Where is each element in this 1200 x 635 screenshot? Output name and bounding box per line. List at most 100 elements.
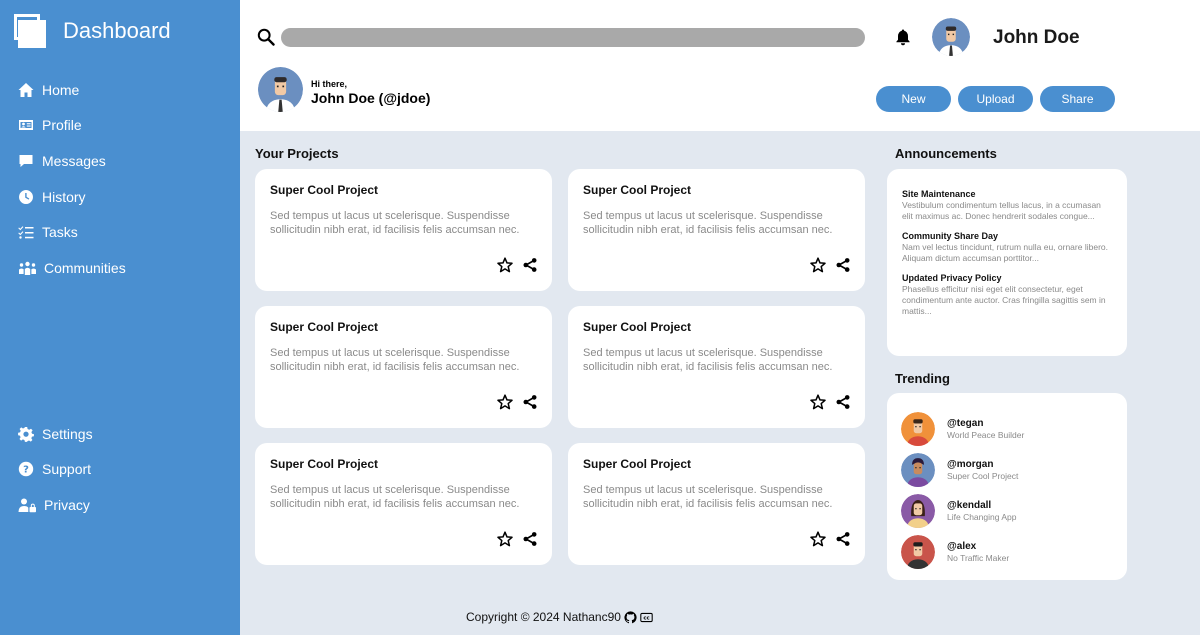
trending-item[interactable]: @tegan World Peace Builder	[901, 408, 1113, 449]
sidebar-item-label: Privacy	[44, 496, 90, 513]
id-card-icon	[19, 120, 33, 131]
trending-subtitle: Super Cool Project	[947, 470, 1019, 481]
sidebar-item-label: Support	[42, 461, 92, 478]
trending-handle: @morgan	[947, 458, 994, 470]
greeting-name: John Doe (@jdoe)	[311, 90, 431, 106]
star-icon[interactable]	[810, 394, 826, 410]
footer: Copyright © 2024 Nathanc90 cc	[466, 610, 653, 624]
announcement-item[interactable]: Community Share Day Nam vel lectus tinci…	[902, 231, 1112, 264]
trending-title: Trending	[895, 371, 950, 386]
trending-item[interactable]: @kendall Life Changing App	[901, 490, 1113, 531]
project-title[interactable]: Super Cool Project	[270, 183, 537, 197]
github-icon[interactable]	[624, 610, 637, 624]
announcement-item[interactable]: Site Maintenance Vestibulum condimentum …	[902, 189, 1112, 222]
header-username[interactable]: John Doe	[993, 27, 1080, 49]
copyright-text: Copyright © 2024 Nathanc90	[466, 610, 621, 624]
project-title[interactable]: Super Cool Project	[270, 457, 537, 471]
trending-subtitle: World Peace Builder	[947, 429, 1025, 440]
sidebar-item-label: Tasks	[42, 224, 78, 241]
sidebar-item-privacy[interactable]: Privacy	[18, 487, 93, 523]
star-icon[interactable]	[497, 531, 513, 547]
sidebar-item-label: Settings	[42, 425, 93, 442]
star-icon[interactable]	[497, 394, 513, 410]
project-card[interactable]: Super Cool Project Sed tempus ut lacus u…	[568, 306, 865, 428]
share-icon[interactable]	[522, 257, 538, 273]
sidebar-item-label: History	[42, 188, 86, 205]
share-icon[interactable]	[835, 394, 851, 410]
project-card[interactable]: Super Cool Project Sed tempus ut lacus u…	[568, 443, 865, 565]
user-lock-icon	[18, 498, 36, 513]
project-title[interactable]: Super Cool Project	[583, 457, 850, 471]
dashboard-logo-icon	[14, 14, 48, 48]
project-card[interactable]: Super Cool Project Sed tempus ut lacus u…	[255, 306, 552, 428]
header: John Doe Hi there, John Doe (@jdoe) New …	[240, 0, 1200, 131]
brand[interactable]: Dashboard	[14, 14, 171, 48]
people-icon	[19, 261, 36, 275]
project-actions	[497, 257, 538, 273]
project-actions	[810, 531, 851, 547]
sidebar-item-tasks[interactable]: Tasks	[18, 214, 126, 250]
share-icon[interactable]	[522, 531, 538, 547]
project-description: Sed tempus ut lacus ut scelerisque. Susp…	[583, 210, 833, 236]
search-input[interactable]	[281, 28, 865, 47]
trending-avatar	[901, 452, 935, 487]
project-actions	[497, 394, 538, 410]
project-description: Sed tempus ut lacus ut scelerisque. Susp…	[270, 347, 520, 373]
trending-avatar	[901, 534, 935, 569]
sidebar-item-communities[interactable]: Communities	[18, 250, 126, 286]
sidebar-item-label: Communities	[44, 259, 126, 276]
header-avatar[interactable]	[932, 18, 970, 56]
project-description: Sed tempus ut lacus ut scelerisque. Susp…	[583, 347, 833, 373]
bell-icon[interactable]	[894, 28, 912, 46]
share-icon[interactable]	[835, 531, 851, 547]
project-title[interactable]: Super Cool Project	[270, 320, 537, 334]
project-title[interactable]: Super Cool Project	[583, 183, 850, 197]
sidebar-item-settings[interactable]: Settings	[18, 416, 93, 452]
star-icon[interactable]	[810, 257, 826, 273]
trending-item[interactable]: @alex No Traffic Maker	[901, 531, 1113, 572]
project-card[interactable]: Super Cool Project Sed tempus ut lacus u…	[255, 169, 552, 291]
project-description: Sed tempus ut lacus ut scelerisque. Susp…	[583, 484, 833, 510]
star-icon[interactable]	[810, 531, 826, 547]
upload-button[interactable]: Upload	[958, 86, 1033, 112]
share-button[interactable]: Share	[1040, 86, 1115, 112]
trending-subtitle: Life Changing App	[947, 511, 1017, 522]
header-actions: New Upload Share	[876, 86, 1115, 112]
brand-title: Dashboard	[63, 18, 171, 43]
announcements-title: Announcements	[895, 146, 997, 161]
sidebar-item-label: Home	[42, 81, 80, 98]
sidebar-item-history[interactable]: History	[18, 179, 126, 215]
sidebar-item-support[interactable]: ? Support	[18, 452, 93, 488]
sidebar-item-label: Profile	[42, 117, 82, 134]
sidebar-item-home[interactable]: Home	[18, 72, 126, 108]
trending-item[interactable]: @morgan Super Cool Project	[901, 449, 1113, 490]
checklist-icon	[18, 226, 34, 239]
announcement-title: Updated Privacy Policy	[902, 273, 1002, 283]
message-icon	[19, 154, 33, 167]
question-icon: ?	[18, 462, 34, 477]
project-description: Sed tempus ut lacus ut scelerisque. Susp…	[270, 210, 520, 236]
trending-handle: @tegan	[947, 417, 984, 429]
svg-text:cc: cc	[643, 615, 649, 621]
project-title[interactable]: Super Cool Project	[583, 320, 850, 334]
announcement-title: Site Maintenance	[902, 189, 976, 199]
announcement-item[interactable]: Updated Privacy Policy Phasellus efficit…	[902, 273, 1112, 317]
projects-title: Your Projects	[255, 146, 339, 161]
announcement-text: Vestibulum condimentum tellus lacus, in …	[902, 200, 1101, 221]
share-icon[interactable]	[522, 394, 538, 410]
trending-avatar	[901, 493, 935, 528]
project-card[interactable]: Super Cool Project Sed tempus ut lacus u…	[568, 169, 865, 291]
share-icon[interactable]	[835, 257, 851, 273]
new-button[interactable]: New	[876, 86, 951, 112]
search-icon[interactable]	[257, 28, 275, 46]
trending-panel: @tegan World Peace Builder @morgan Super…	[887, 393, 1127, 580]
gear-icon	[18, 426, 34, 442]
sidebar-item-messages[interactable]: Messages	[18, 143, 126, 179]
project-card[interactable]: Super Cool Project Sed tempus ut lacus u…	[255, 443, 552, 565]
star-icon[interactable]	[497, 257, 513, 273]
project-description: Sed tempus ut lacus ut scelerisque. Susp…	[270, 484, 520, 510]
creative-commons-icon[interactable]: cc	[640, 611, 653, 624]
sidebar-item-profile[interactable]: Profile	[18, 108, 126, 144]
sidebar-nav-bottom: Settings ? Support Privacy	[18, 416, 93, 523]
project-actions	[497, 531, 538, 547]
